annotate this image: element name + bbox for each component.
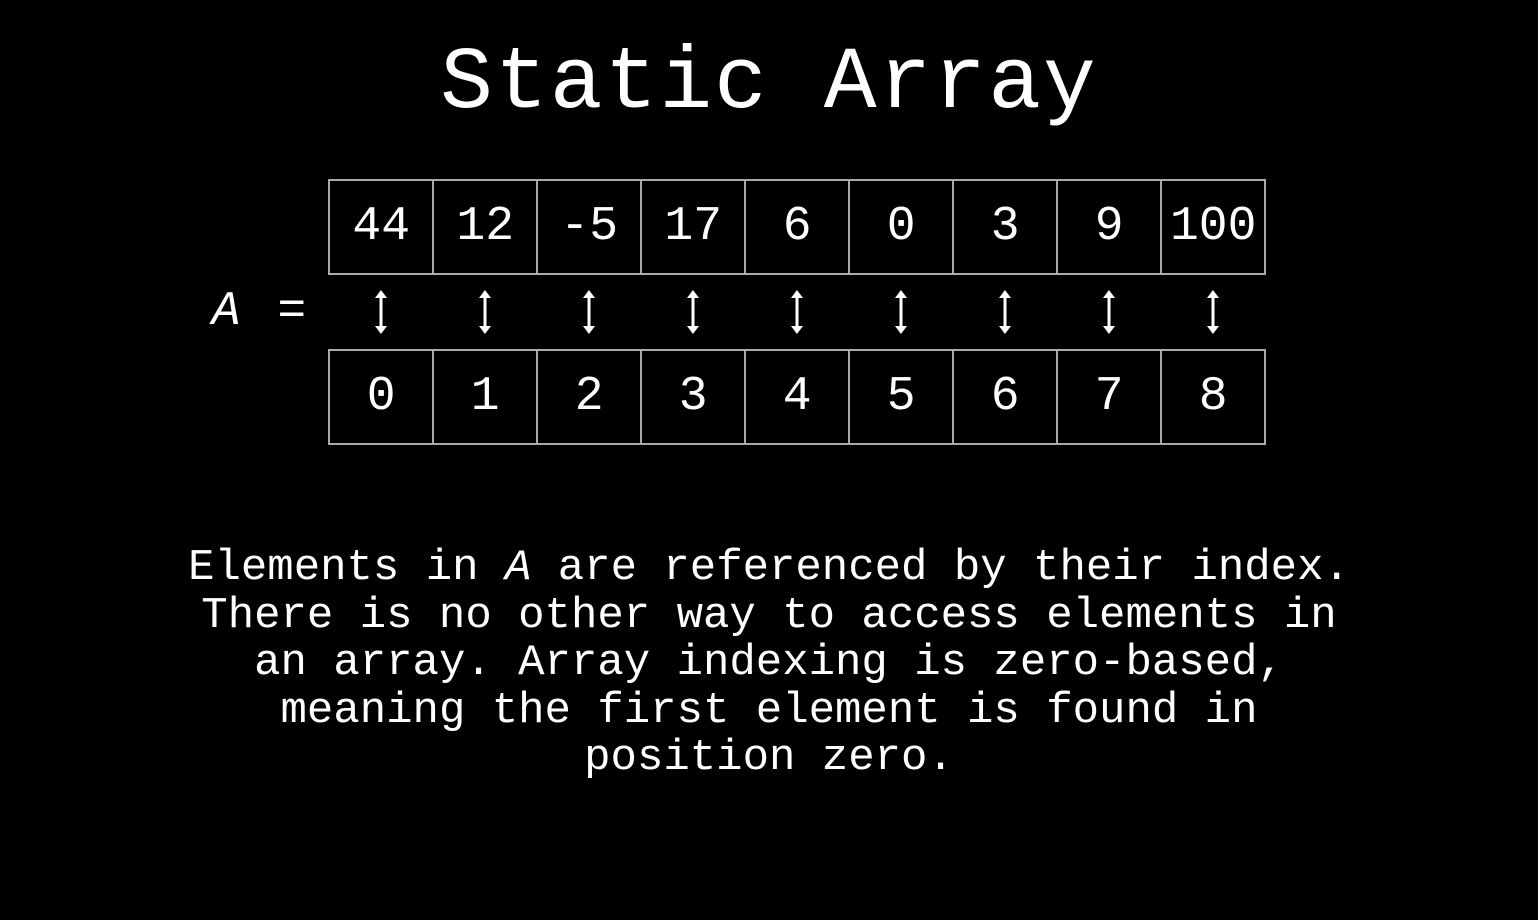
double-arrow-icon xyxy=(848,287,954,337)
array-label: A = xyxy=(212,285,310,339)
index-cell: 5 xyxy=(848,349,954,445)
array-cell: 0 xyxy=(848,179,954,275)
array-cell: 3 xyxy=(952,179,1058,275)
page-title: Static Array xyxy=(440,35,1098,134)
double-arrow-icon xyxy=(328,287,434,337)
array-cell: 17 xyxy=(640,179,746,275)
equals-sign: = xyxy=(245,285,311,339)
index-cell: 2 xyxy=(536,349,642,445)
values-row: 44 12 -5 17 6 0 3 9 100 xyxy=(328,179,1266,275)
index-cell: 6 xyxy=(952,349,1058,445)
double-arrow-icon xyxy=(952,287,1058,337)
array-cell: 6 xyxy=(744,179,850,275)
arrows-row xyxy=(328,287,1266,337)
double-arrow-icon xyxy=(536,287,642,337)
explain-var: A xyxy=(505,543,531,593)
indices-row: 0 1 2 3 4 5 6 7 8 xyxy=(328,349,1266,445)
explain-part1: Elements in xyxy=(188,543,505,593)
index-cell: 0 xyxy=(328,349,434,445)
index-cell: 8 xyxy=(1160,349,1266,445)
double-arrow-icon xyxy=(1056,287,1162,337)
array-cell: 12 xyxy=(432,179,538,275)
array-cell: 44 xyxy=(328,179,434,275)
index-cell: 4 xyxy=(744,349,850,445)
index-cell: 3 xyxy=(640,349,746,445)
double-arrow-icon xyxy=(640,287,746,337)
explanation-text: Elements in A are referenced by their in… xyxy=(169,545,1369,783)
array-cell: 9 xyxy=(1056,179,1162,275)
double-arrow-icon xyxy=(432,287,538,337)
array-var: A xyxy=(212,285,245,339)
array-diagram: A = 44 12 -5 17 6 0 3 9 100 xyxy=(212,179,1266,445)
index-cell: 7 xyxy=(1056,349,1162,445)
array-cell: -5 xyxy=(536,179,642,275)
double-arrow-icon xyxy=(744,287,850,337)
index-cell: 1 xyxy=(432,349,538,445)
double-arrow-icon xyxy=(1160,287,1266,337)
array-cell: 100 xyxy=(1160,179,1266,275)
